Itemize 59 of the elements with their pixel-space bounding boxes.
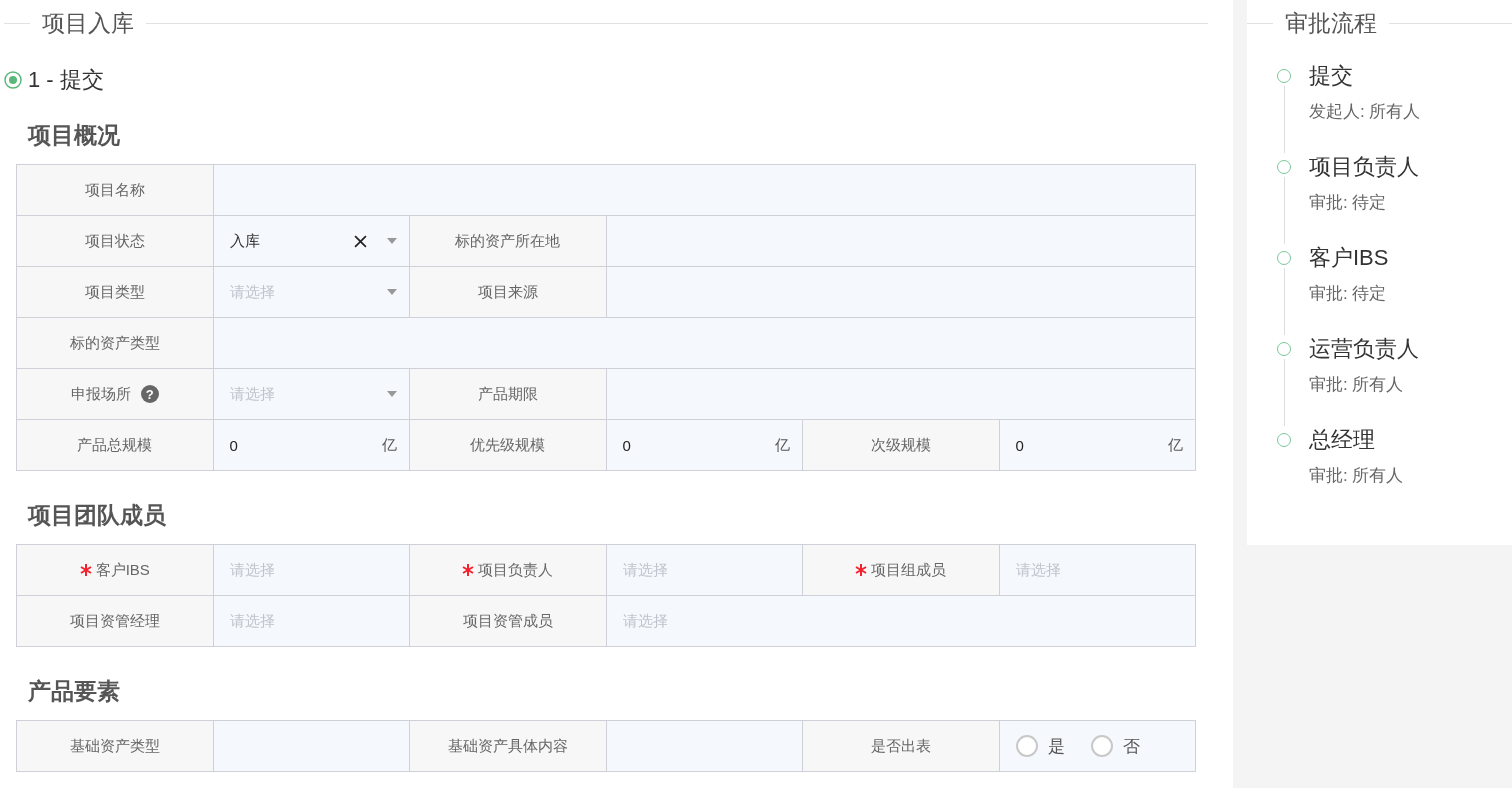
radio-option[interactable]: 是: [1015, 734, 1065, 758]
step-detail: 审批: 所有人: [1309, 374, 1405, 396]
caret-icon: [387, 238, 397, 244]
step-title: 项目负责人: [1309, 153, 1419, 181]
caret-icon: [387, 391, 397, 397]
step-title: 总经理: [1309, 426, 1376, 454]
field-label: 产品总规模: [77, 435, 153, 455]
unit-label: 亿: [775, 435, 790, 455]
field-label: 客户IBS: [95, 560, 150, 580]
section-heading: 项目团队成员: [28, 501, 167, 530]
step-detail: 发起人: 所有人: [1309, 101, 1421, 123]
step-detail: 审批: 待定: [1309, 283, 1388, 305]
field-label: 项目名称: [84, 180, 145, 200]
input-field[interactable]: [606, 216, 1196, 267]
field-label: 项目负责人: [478, 560, 554, 580]
field-label: 标的资产类型: [69, 333, 160, 353]
field-label: 项目组成员: [871, 560, 947, 580]
input-field[interactable]: [606, 267, 1196, 318]
input-field[interactable]: [213, 165, 1196, 216]
field-label: 项目状态: [84, 231, 145, 251]
unit-label: 亿: [382, 435, 397, 455]
field-label: 标的资产所在地: [455, 231, 561, 251]
field-label: 产品期限: [477, 384, 538, 404]
field-label: 项目资管成员: [462, 611, 553, 631]
field-label: 次级规模: [870, 435, 931, 455]
number-field[interactable]: 0: [1015, 436, 1024, 454]
section-heading: 项目概况: [28, 121, 121, 150]
input-field[interactable]: [606, 721, 803, 772]
field-label: 申报场所: [70, 384, 131, 404]
required-icon: [855, 564, 868, 576]
step-title: 运营负责人: [1309, 335, 1419, 363]
step-title: 客户IBS: [1309, 244, 1389, 272]
caret-icon: [387, 289, 397, 295]
step-title: 提交: [1309, 62, 1354, 90]
unit-label: 亿: [1168, 435, 1183, 455]
page-title: 项目入库: [41, 8, 135, 38]
input-field[interactable]: [213, 318, 1196, 369]
number-field[interactable]: 0: [229, 436, 238, 454]
section-heading: 产品要素: [28, 677, 121, 706]
panel-title: 审批流程: [1284, 8, 1378, 38]
step-label: 1 - 提交: [28, 66, 104, 94]
step-detail: 审批: 所有人: [1309, 465, 1404, 487]
step-detail: 审批: 待定: [1309, 192, 1388, 214]
field-label: 是否出表: [870, 736, 931, 756]
select-field[interactable]: 入库: [213, 216, 410, 267]
field-label: 项目资管经理: [69, 611, 160, 631]
input-field[interactable]: [606, 369, 1196, 420]
clear-icon[interactable]: [354, 234, 367, 248]
input-field[interactable]: [213, 721, 410, 772]
required-icon: [462, 564, 475, 576]
field-label: 基础资产类型: [69, 736, 160, 756]
required-icon: [79, 564, 92, 576]
field-label: 项目来源: [477, 282, 538, 302]
number-field[interactable]: 0: [622, 436, 631, 454]
field-label: 基础资产具体内容: [447, 736, 568, 756]
radio-option[interactable]: 否: [1090, 734, 1140, 758]
field-label: 项目类型: [84, 282, 145, 302]
field-label: 优先级规模: [470, 435, 546, 455]
help-icon[interactable]: ?: [140, 385, 159, 403]
